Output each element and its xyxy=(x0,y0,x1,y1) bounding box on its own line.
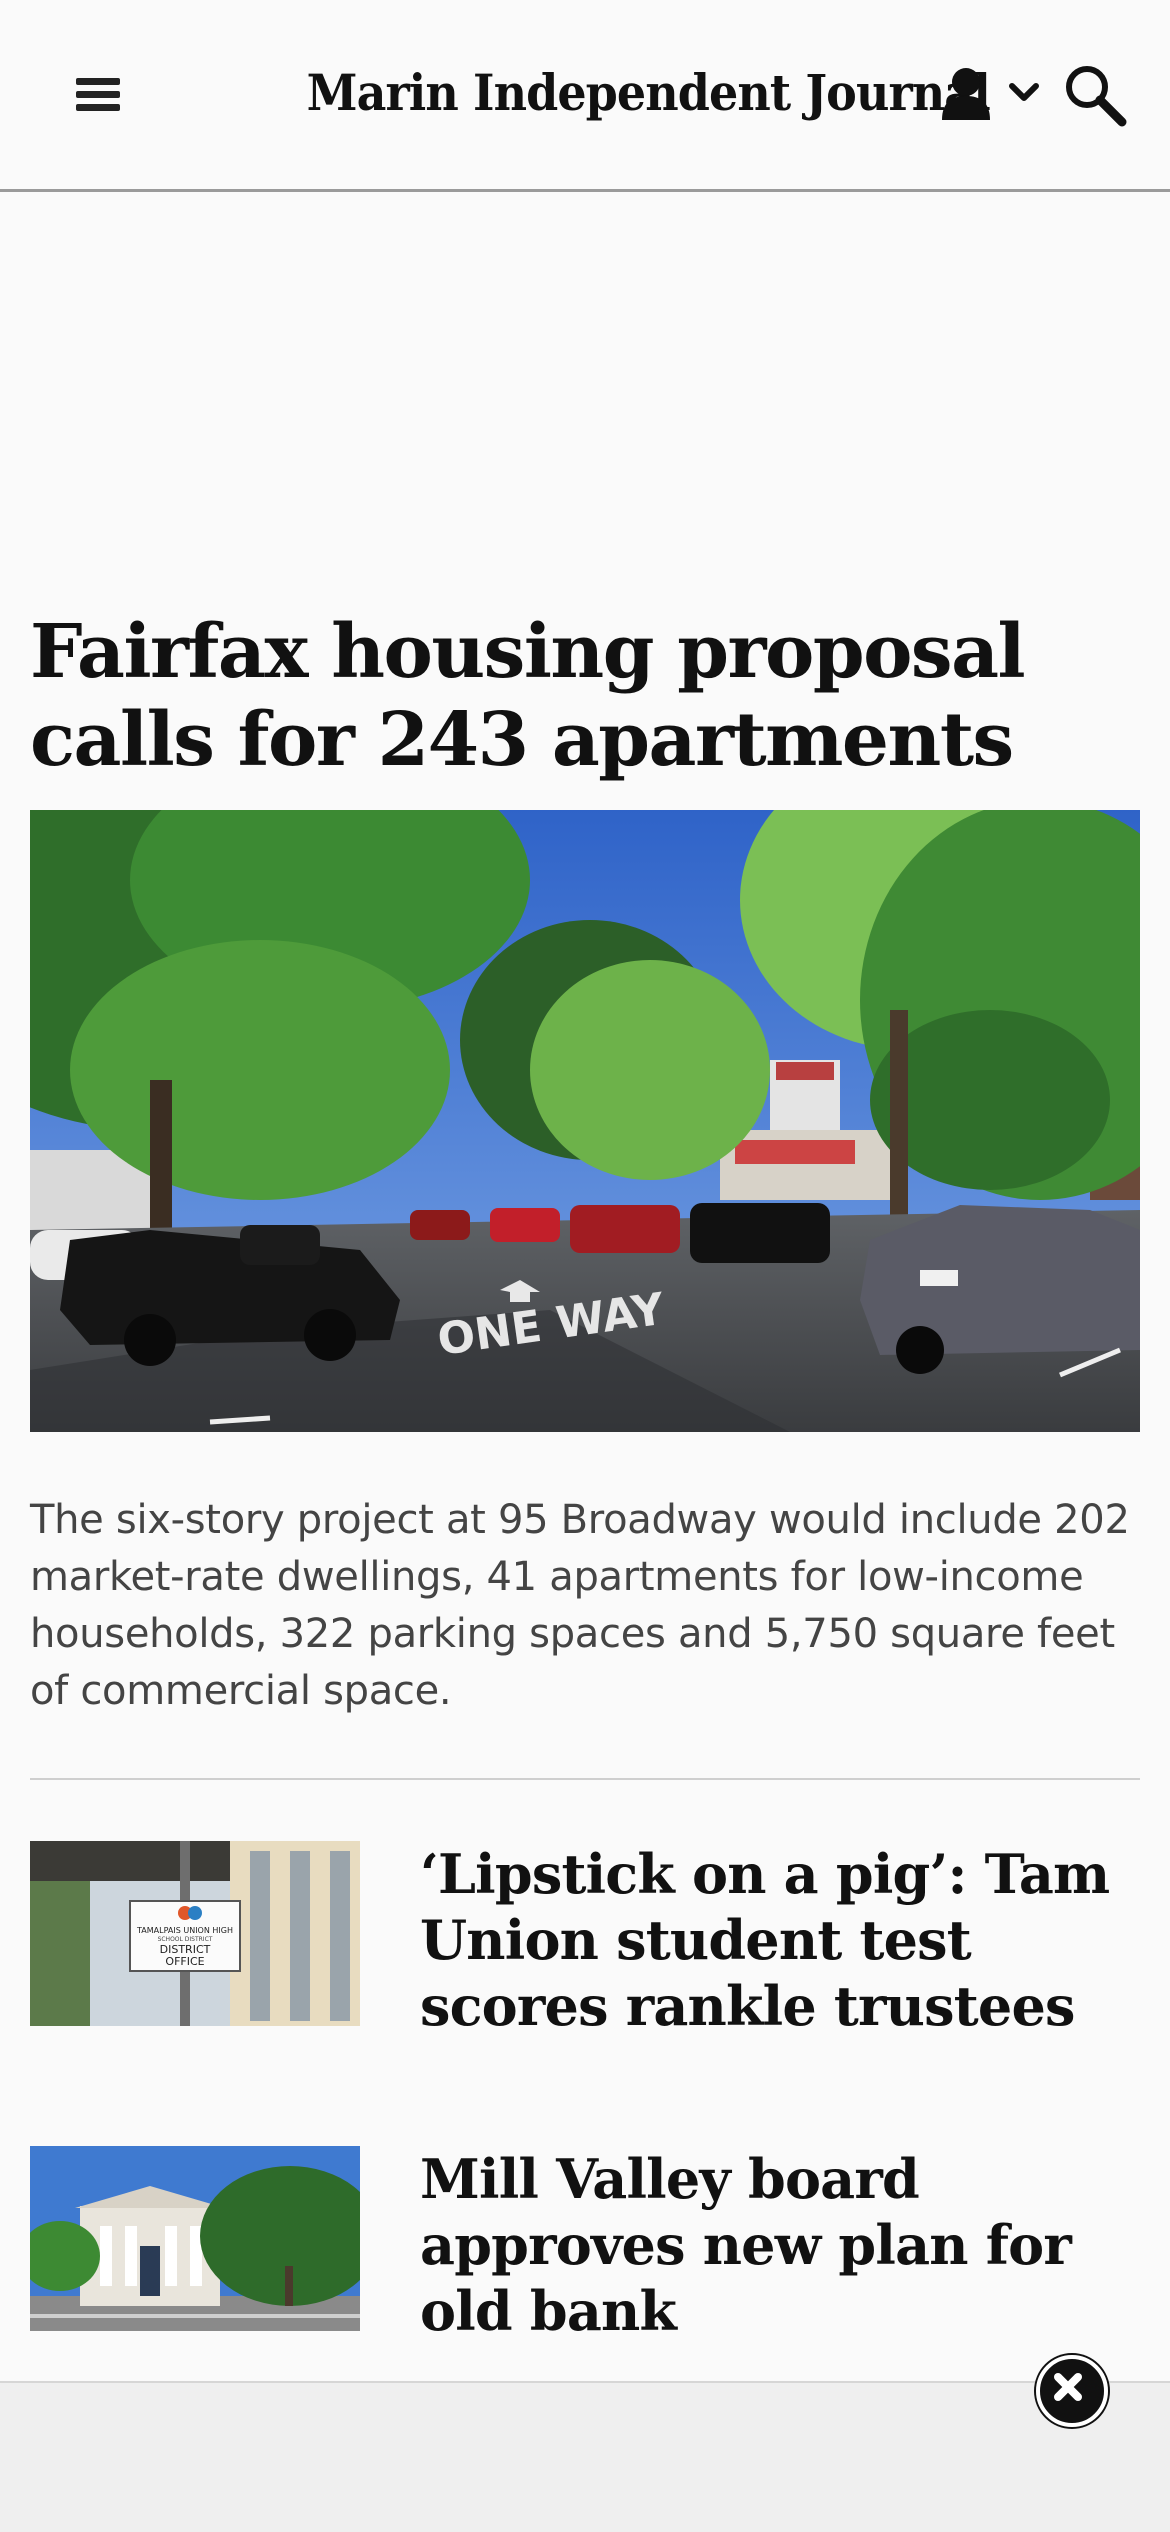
bottom-ad-banner[interactable] xyxy=(0,2381,1170,2532)
close-icon xyxy=(1054,2373,1082,2401)
sign-text-line: OFFICE xyxy=(165,1955,204,1968)
section-divider xyxy=(30,1778,1140,1780)
photo-caption: The six-story project at 95 Broadway wou… xyxy=(30,1497,1130,1714)
story-thumbnail[interactable]: TAMALPAIS UNION HIGH SCHOOL DISTRICT DIS… xyxy=(30,1841,360,2026)
chevron-down-icon xyxy=(1009,83,1039,101)
story-title[interactable]: ‘Lipstick on a pig’: Tam Union student t… xyxy=(420,1841,1150,2039)
sign-text-line: TAMALPAIS UNION HIGH xyxy=(136,1926,233,1935)
sign-text-line: SCHOOL DISTRICT xyxy=(158,1936,213,1943)
search-icon xyxy=(1066,66,1127,127)
close-ad-button[interactable] xyxy=(1036,2355,1108,2427)
user-icon xyxy=(942,68,990,120)
article-hero-photo[interactable]: ONE WAY xyxy=(30,810,1140,1432)
account-menu-button[interactable] xyxy=(940,64,1052,128)
article-headline[interactable]: Fairfax housing proposal calls for 243 a… xyxy=(30,608,1150,784)
menu-line xyxy=(76,78,120,85)
menu-line xyxy=(76,91,120,98)
related-story[interactable]: Mill Valley board approves new plan for … xyxy=(30,2146,1140,2346)
related-story[interactable]: TAMALPAIS UNION HIGH SCHOOL DISTRICT DIS… xyxy=(30,1841,1140,2041)
story-thumbnail[interactable] xyxy=(30,2146,360,2331)
search-button[interactable] xyxy=(1062,62,1128,128)
menu-line xyxy=(76,104,120,111)
story-title[interactable]: Mill Valley board approves new plan for … xyxy=(420,2146,1150,2344)
site-header: Marin Independent Journal xyxy=(0,0,1170,192)
site-logo[interactable]: Marin Independent Journal xyxy=(307,58,991,128)
ad-placeholder xyxy=(0,195,1170,595)
hamburger-menu-icon[interactable] xyxy=(70,74,126,118)
